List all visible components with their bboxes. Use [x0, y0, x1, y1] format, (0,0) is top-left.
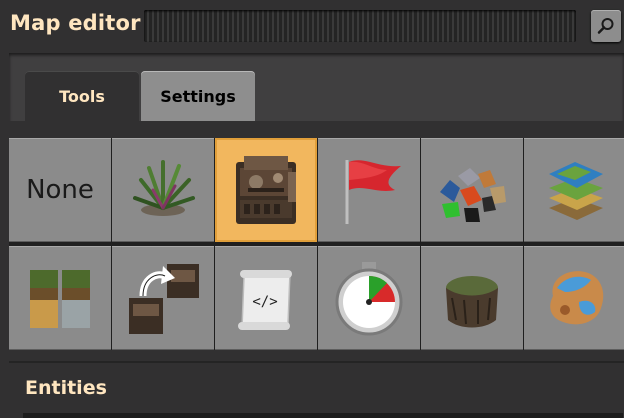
ore-pile-icon	[440, 168, 506, 222]
tool-decoratives[interactable]	[112, 138, 214, 242]
drag-handle[interactable]	[144, 10, 576, 42]
section-title: Entities	[25, 377, 107, 399]
tool-cliffs-tiles[interactable]	[9, 246, 111, 350]
rock-stump-icon	[446, 276, 498, 328]
tool-planet[interactable]	[524, 246, 624, 350]
magnifier-icon	[597, 18, 614, 34]
tool-none[interactable]: None	[9, 138, 111, 242]
tab-tools-label: Tools	[59, 86, 105, 106]
asteroid-icon	[550, 271, 604, 325]
plant-icon	[133, 160, 195, 216]
title-bar: Map editor	[0, 0, 624, 52]
tool-tags[interactable]	[318, 138, 420, 242]
search-button[interactable]	[591, 10, 621, 42]
flag-icon	[345, 160, 401, 224]
tool-grid: None </>	[9, 138, 624, 350]
entities-section: Entities	[9, 361, 624, 418]
tab-tools[interactable]: Tools	[25, 71, 139, 121]
tile-stack-icon	[549, 162, 603, 220]
svg-text:</>: </>	[252, 294, 277, 310]
tool-cliffs[interactable]	[421, 246, 523, 350]
tool-entities[interactable]	[215, 138, 317, 242]
tools-panel: None </>	[9, 121, 624, 361]
tool-tiles[interactable]	[524, 138, 624, 242]
stopwatch-icon	[335, 262, 403, 336]
editor-frame: Tools Settings None </> Entities	[9, 53, 624, 418]
terrain-blocks-icon	[30, 270, 90, 328]
tool-clone[interactable]	[112, 246, 214, 350]
machine-icon	[236, 156, 296, 224]
tool-time[interactable]	[318, 246, 420, 350]
tool-none-label: None	[26, 175, 94, 205]
tool-scripting[interactable]: </>	[215, 246, 317, 350]
tab-settings[interactable]: Settings	[141, 71, 255, 121]
window-title: Map editor	[10, 11, 141, 35]
tool-resources[interactable]	[421, 138, 523, 242]
clone-icon	[129, 264, 199, 334]
script-scroll-icon: </>	[238, 270, 292, 330]
tab-settings-label: Settings	[160, 86, 236, 106]
